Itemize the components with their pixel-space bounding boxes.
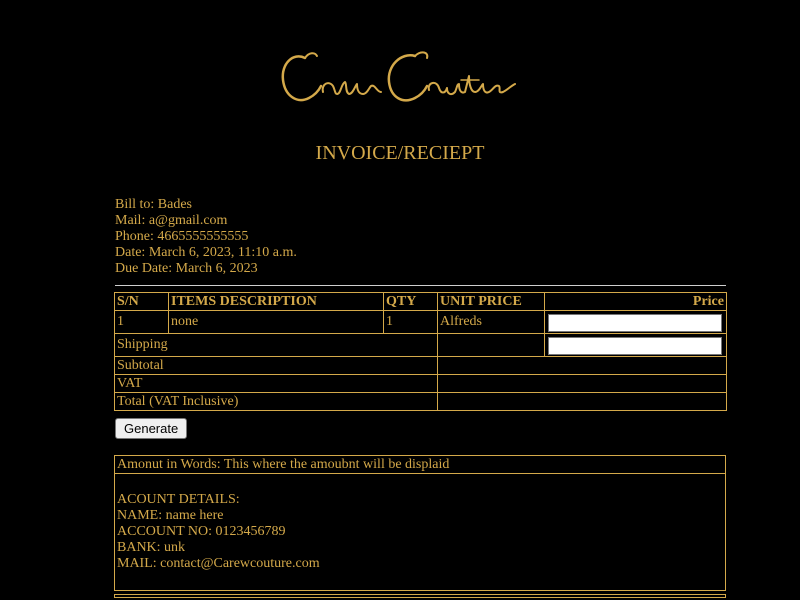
total-row: Total (VAT Inclusive)	[114, 392, 727, 411]
account-details: ACOUNT DETAILS: NAME: name here ACCOUNT …	[114, 473, 726, 591]
account-bank: BANK: unk	[117, 540, 186, 555]
price-input[interactable]	[548, 313, 722, 332]
bill-mail: Mail: a@gmail.com	[115, 213, 228, 228]
divider	[115, 285, 726, 286]
bill-to: Bill to: Bades	[115, 197, 192, 212]
header-price: Price	[544, 292, 727, 311]
vat-row: VAT	[114, 374, 727, 393]
shipping-spacer	[437, 333, 545, 357]
vat-value	[437, 374, 727, 393]
account-heading: ACOUNT DETAILS:	[117, 492, 240, 507]
header-unit-price: UNIT PRICE	[437, 292, 545, 311]
header-qty: QTY	[383, 292, 438, 311]
items-table: S/N ITEMS DESCRIPTION QTY UNIT PRICE Pri…	[114, 292, 727, 411]
amount-in-words: Amonut in Words: This where the amoubnt …	[114, 455, 726, 474]
account-number: ACCOUNT NO: 0123456789	[117, 524, 286, 539]
account-name: NAME: name here	[117, 508, 224, 523]
shipping-input[interactable]	[548, 336, 722, 355]
row-sn: 1	[114, 310, 169, 334]
subtotal-value	[437, 356, 727, 375]
footer-table: Amonut in Words: This where the amoubnt …	[114, 455, 726, 591]
row-description: none	[168, 310, 384, 334]
header-description: ITEMS DESCRIPTION	[168, 292, 384, 311]
footer-bottom-border	[114, 594, 726, 598]
account-mail: MAIL: contact@Carewcouture.com	[117, 556, 320, 571]
subtotal-row: Subtotal	[114, 356, 727, 375]
table-header-row: S/N ITEMS DESCRIPTION QTY UNIT PRICE Pri…	[114, 292, 727, 311]
shipping-cell	[544, 333, 727, 357]
total-value	[437, 392, 727, 411]
bill-date: Date: March 6, 2023, 11:10 a.m.	[115, 245, 297, 260]
row-price-cell	[544, 310, 727, 334]
row-qty: 1	[383, 310, 438, 334]
row-unit-price: Alfreds	[437, 310, 545, 334]
brand-logo	[275, 40, 525, 115]
bill-info: Bill to: Bades Mail: a@gmail.com Phone: …	[115, 197, 297, 277]
header-sn: S/N	[114, 292, 169, 311]
total-label: Total (VAT Inclusive)	[114, 392, 438, 411]
shipping-row: Shipping	[114, 333, 727, 357]
table-row: 1 none 1 Alfreds	[114, 310, 727, 334]
bill-phone: Phone: 4665555555555	[115, 229, 249, 244]
bill-due-date: Due Date: March 6, 2023	[115, 261, 258, 276]
vat-label: VAT	[114, 374, 438, 393]
generate-button[interactable]: Generate	[115, 418, 188, 439]
logo-script-graphic	[281, 51, 516, 102]
shipping-label: Shipping	[114, 333, 438, 357]
subtotal-label: Subtotal	[114, 356, 438, 375]
page-title: INVOICE/RECIEPT	[315, 142, 485, 164]
